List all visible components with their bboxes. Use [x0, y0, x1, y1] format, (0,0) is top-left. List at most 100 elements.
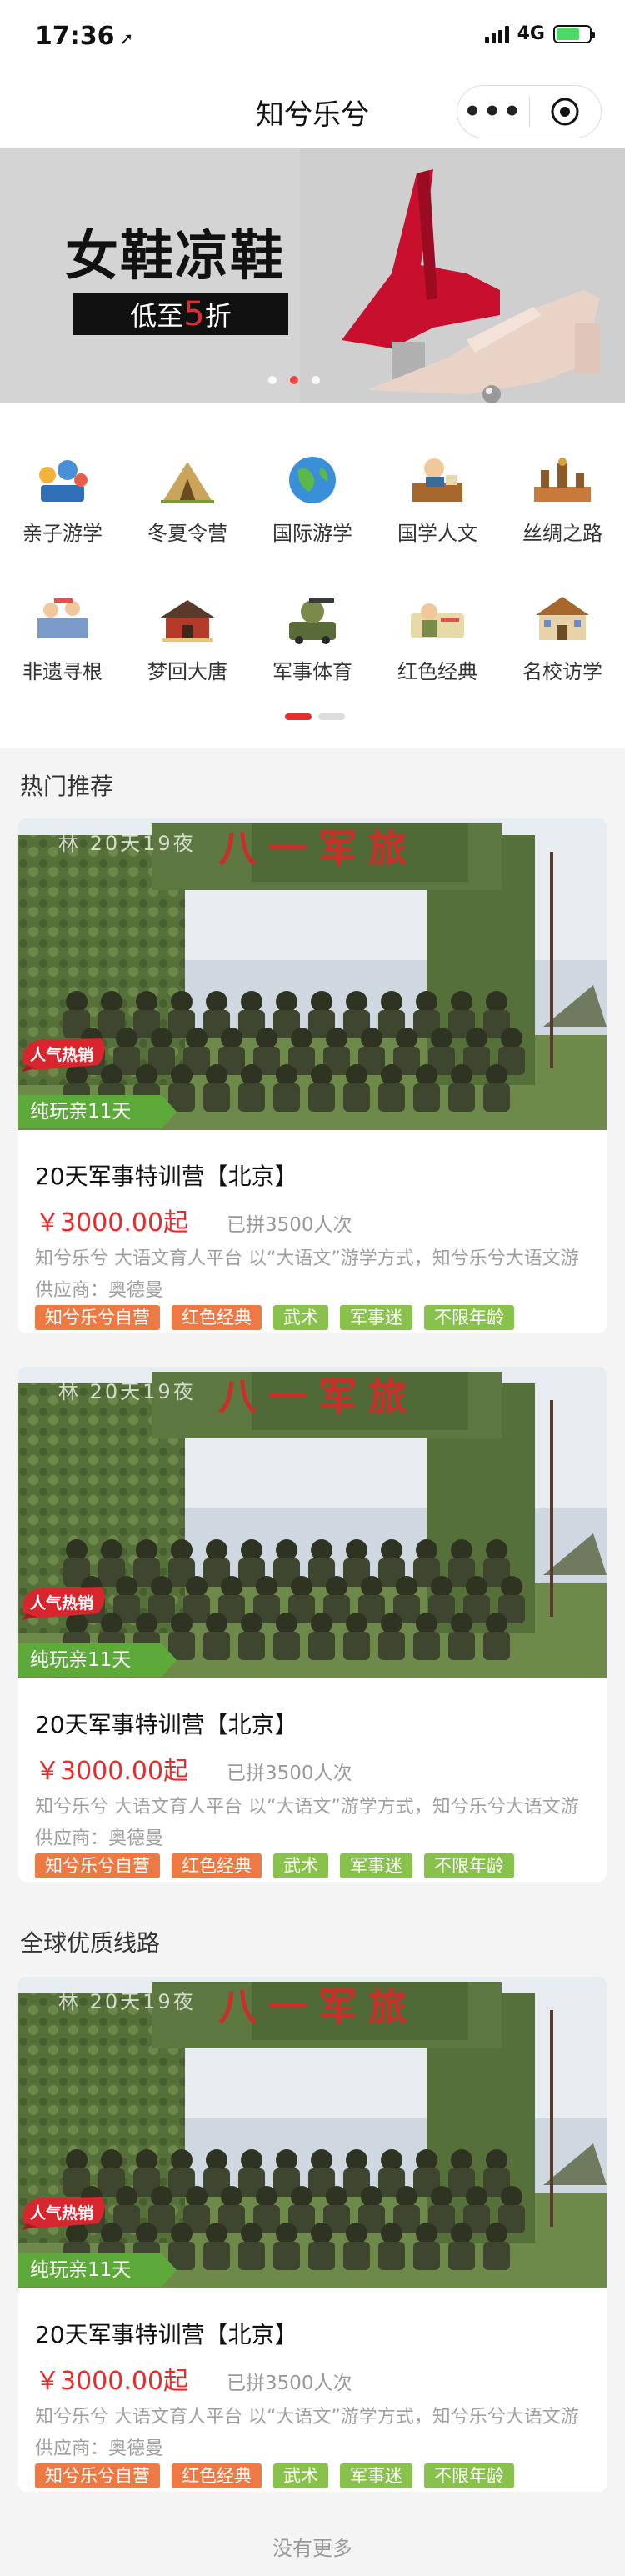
product-tag: 知兮乐兮自营: [35, 1853, 160, 1878]
network-type: 4G: [517, 23, 545, 44]
product-tag: 不限年龄: [424, 1853, 514, 1878]
product-sold-count: 已拼3500人次: [227, 2373, 352, 2394]
product-tag: 知兮乐兮自营: [35, 1305, 160, 1330]
family-travel-icon: [29, 450, 96, 508]
product-supplier: 供应商：奥德曼: [35, 2438, 164, 2459]
product-tag: 红色经典: [172, 1853, 262, 1878]
battery-icon: [553, 24, 595, 43]
banner-dot[interactable]: [312, 376, 320, 384]
product-tag: 武术: [273, 2463, 328, 2488]
category-label: 梦回大唐: [148, 660, 228, 683]
category-label: 亲子游学: [22, 522, 102, 545]
product-tag: 军事迷: [340, 1853, 412, 1878]
category-label: 国学人文: [398, 522, 478, 545]
photo-caption: 林 20天19夜: [58, 832, 196, 855]
category-label: 冬夏令营: [148, 522, 228, 545]
signal-icon: [484, 25, 509, 43]
product-price: ￥3000.00起: [35, 1757, 189, 1786]
photo-caption: 林 20天19夜: [58, 1380, 196, 1403]
category-pager: [285, 713, 345, 720]
hot-sale-badge: 人气热销: [18, 1035, 108, 1073]
product-description: 知兮乐兮 大语文育人平台 以“大语文”游学方式，知兮乐兮大语文游: [35, 2407, 579, 2428]
product-tag: 军事迷: [340, 1305, 412, 1330]
category-silk-road[interactable]: 丝绸之路: [500, 450, 625, 546]
days-badge: 纯玩亲11天: [18, 1095, 177, 1128]
globe-icon: [279, 450, 346, 508]
silk-road-icon: [529, 450, 596, 508]
classical-study-icon: [404, 450, 471, 508]
status-bar: 17:36 ➚ 4G: [0, 0, 625, 73]
heritage-icon: [29, 588, 96, 647]
red-classic-icon: [404, 588, 471, 647]
palace-icon: [154, 588, 221, 647]
banner-headline: 女鞋凉鞋: [65, 226, 285, 288]
category-heritage[interactable]: 非遗寻根: [0, 588, 125, 684]
banner-discount-tag: 低至5折: [73, 293, 288, 335]
category-label: 国际游学: [272, 522, 352, 545]
category-label: 名校访学: [522, 660, 602, 683]
product-photo[interactable]: 林 20天19夜 八一军旅人气热销纯玩亲11天: [18, 1977, 607, 2288]
banner-indicator: [268, 376, 320, 384]
section-title-hot: 热门推荐: [20, 773, 114, 800]
product-card[interactable]: 林 20天19夜 八一军旅 人气热销 纯玩亲11天 20天军事特训营【北京】 ￥3000.…: [18, 818, 607, 1333]
category-palace[interactable]: 梦回大唐: [125, 588, 250, 684]
product-price: ￥3000.00起: [35, 2367, 189, 2396]
category-school[interactable]: 名校访学: [500, 588, 625, 684]
product-price: ￥3000.00起: [35, 1208, 189, 1238]
banner-dot[interactable]: [268, 376, 277, 384]
hot-sale-badge: 人气热销: [18, 1583, 108, 1622]
product-supplier: 供应商：奥德曼: [35, 1280, 164, 1301]
product-tag: 红色经典: [172, 1305, 262, 1330]
no-more-text: 没有更多: [272, 2537, 352, 2560]
hot-sale-badge: 人气热销: [18, 2193, 108, 2232]
product-tag: 不限年龄: [424, 2463, 514, 2488]
product-supplier: 供应商：奥德曼: [35, 1828, 164, 1849]
category-globe[interactable]: 国际游学: [250, 450, 375, 546]
section-title-global: 全球优质线路: [20, 1929, 161, 1957]
product-tag: 武术: [273, 1853, 328, 1878]
category-classical-study[interactable]: 国学人文: [375, 450, 500, 546]
days-badge: 纯玩亲11天: [18, 1643, 177, 1677]
category-family-travel[interactable]: 亲子游学: [0, 450, 125, 546]
nav-bar: 知兮乐兮 •••: [0, 73, 625, 148]
close-target-icon[interactable]: [530, 96, 602, 128]
category-grid: 亲子游学 冬夏令营 国际游学 国学人文 丝绸之路非遗寻根 梦回大唐 军事体育 红色经典 名校访学: [0, 403, 625, 748]
category-red-classic[interactable]: 红色经典: [375, 588, 500, 684]
product-tags: 知兮乐兮自营 红色经典 武术 军事迷 不限年龄: [35, 1853, 514, 1878]
product-tag: 红色经典: [172, 2463, 262, 2488]
product-tags: 知兮乐兮自营 红色经典 武术 军事迷 不限年龄: [35, 1305, 514, 1330]
product-description: 知兮乐兮 大语文育人平台 以“大语文”游学方式，知兮乐兮大语文游: [35, 1248, 579, 1269]
product-sold-count: 已拼3500人次: [227, 1763, 352, 1784]
mini-program-capsule: •••: [457, 85, 602, 138]
product-card[interactable]: 林 20天19夜 八一军旅人气热销纯玩亲11天 20天军事特训营【北京】 ￥3000.…: [18, 1977, 607, 2492]
product-photo[interactable]: 林 20天19夜 八一军旅人气热销纯玩亲11天: [18, 1367, 607, 1678]
product-tags: 知兮乐兮自营 红色经典 武术 军事迷 不限年龄: [35, 2463, 514, 2488]
product-tag: 知兮乐兮自营: [35, 2463, 160, 2488]
banner-dot[interactable]: [290, 376, 298, 384]
photo-banner-text: 八一军旅: [218, 1984, 418, 2029]
product-card[interactable]: 林 20天19夜 八一军旅人气热销纯玩亲11天 20天军事特训营【北京】 ￥3000.…: [18, 1367, 607, 1882]
category-label: 非遗寻根: [22, 660, 102, 683]
product-photo[interactable]: 林 20天19夜 八一军旅人气热销纯玩亲11天: [18, 818, 607, 1130]
category-label: 军事体育: [272, 660, 352, 683]
product-sold-count: 已拼3500人次: [227, 1214, 352, 1236]
days-badge: 纯玩亲11天: [18, 2253, 177, 2287]
category-camp-tent[interactable]: 冬夏令营: [125, 450, 250, 546]
photo-caption: 林 20天19夜: [58, 1990, 196, 2013]
promo-banner[interactable]: 女鞋凉鞋 低至5折: [0, 148, 625, 403]
photo-banner-text: 八一军旅: [218, 1374, 418, 1419]
status-time: 17:36 ➚: [35, 22, 134, 51]
product-tag: 不限年龄: [424, 1305, 514, 1330]
product-tag: 武术: [273, 1305, 328, 1330]
more-dots-icon[interactable]: •••: [458, 95, 529, 128]
category-label: 丝绸之路: [522, 522, 602, 545]
category-military[interactable]: 军事体育: [250, 588, 375, 684]
photo-banner-text: 八一军旅: [218, 826, 418, 871]
product-name: 20天军事特训营【北京】: [35, 1711, 298, 1738]
military-icon: [279, 588, 346, 647]
product-description: 知兮乐兮 大语文育人平台 以“大语文”游学方式，知兮乐兮大语文游: [35, 1797, 579, 1818]
camp-tent-icon: [154, 450, 221, 508]
school-icon: [529, 588, 596, 647]
location-arrow-icon: ➚: [119, 28, 134, 48]
product-name: 20天军事特训营【北京】: [35, 2321, 298, 2348]
